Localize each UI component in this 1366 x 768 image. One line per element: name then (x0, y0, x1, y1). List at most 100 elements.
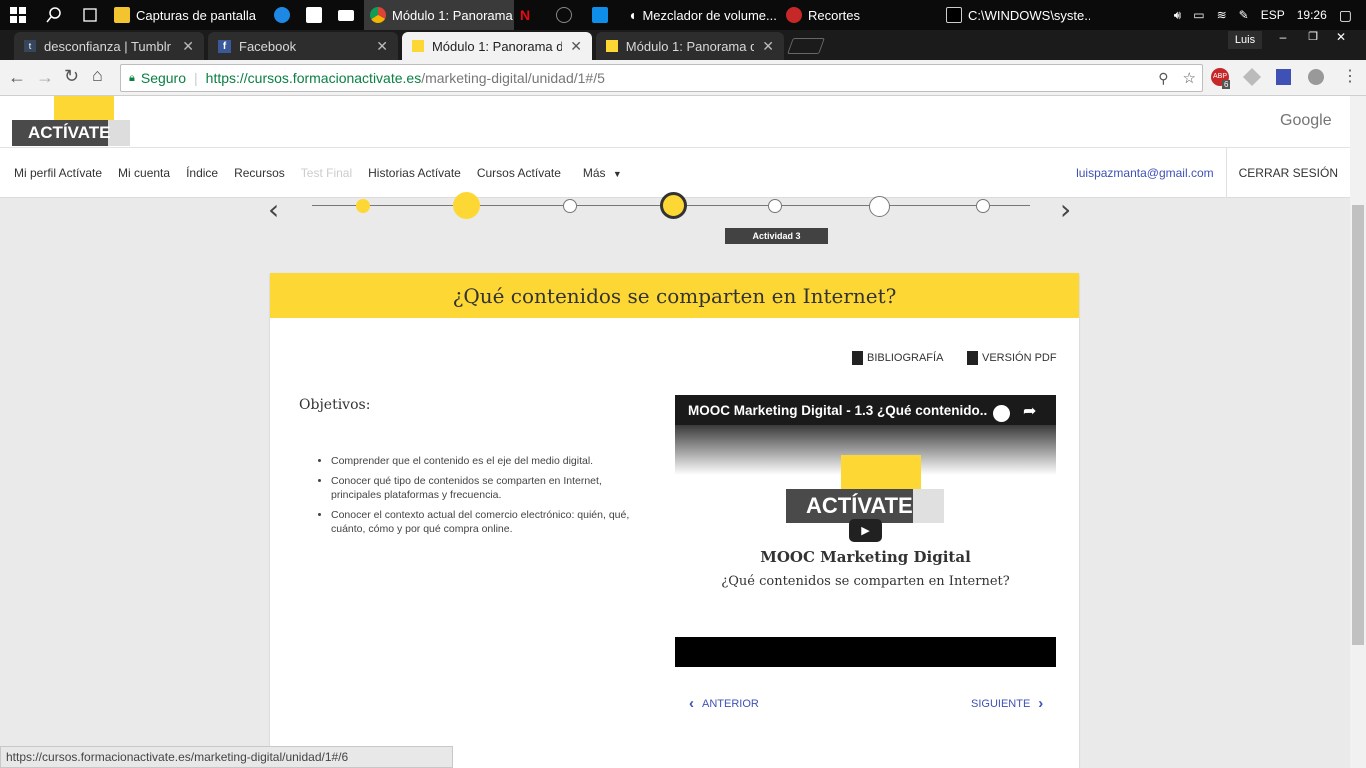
nav-indice[interactable]: Índice (178, 166, 226, 180)
start-button[interactable] (0, 0, 36, 30)
home-icon[interactable]: ⌂ (92, 65, 103, 86)
step-dot-6[interactable] (869, 196, 890, 217)
taskbar-item-capturas[interactable]: Capturas de pantalla (108, 0, 268, 30)
objectives-heading: Objetivos: (299, 397, 371, 413)
prev-chevron-icon[interactable]: ‹ (268, 193, 279, 226)
terminal-icon (946, 7, 962, 23)
video-title[interactable]: MOOC Marketing Digital - 1.3 ¿Qué conten… (688, 403, 988, 418)
search-button[interactable] (36, 0, 72, 30)
close-icon[interactable]: ✕ (762, 38, 774, 55)
prev-button[interactable]: ‹ ANTERIOR (689, 695, 759, 712)
play-button[interactable]: ▶ (849, 519, 882, 542)
next-button[interactable]: SIGUIENTE › (971, 695, 1043, 712)
scrollbar-thumb[interactable] (1352, 205, 1364, 645)
taskbar-item-mixer[interactable]: ◖ Mezclador de volume... (622, 0, 780, 30)
taskbar-label: Módulo 1: Panorama ... (392, 7, 514, 23)
new-tab-button[interactable] (787, 38, 825, 54)
bibliografia-link[interactable]: BIBLIOGRAFÍA (852, 351, 943, 365)
scissors-icon (786, 7, 802, 23)
forward-icon[interactable]: → (36, 67, 54, 88)
bookmark-extension-icon[interactable] (1276, 69, 1291, 85)
nav-recursos[interactable]: Recursos (226, 166, 293, 180)
profile-button[interactable]: Luis (1228, 31, 1262, 49)
nav-historias[interactable]: Historias Actívate (360, 166, 469, 180)
battery-icon[interactable]: ▭ (1193, 8, 1204, 22)
task-view-button[interactable] (72, 0, 108, 30)
speaker-icon: ◖ (628, 7, 637, 23)
tab-label: desconfianza | Tumblr (44, 38, 171, 54)
close-icon[interactable]: ✕ (182, 38, 194, 55)
video-logo: ACTÍVATE (786, 455, 944, 523)
tab-tumblr[interactable]: t desconfianza | Tumblr ✕ (14, 32, 204, 60)
user-email[interactable]: luispazmanta@gmail.com (1068, 166, 1222, 180)
pen-icon[interactable]: ✎ (1239, 8, 1249, 22)
next-chevron-icon[interactable]: › (1060, 193, 1071, 226)
volume-icon[interactable]: 🔊︎ (1174, 8, 1182, 23)
back-icon[interactable]: ← (8, 67, 26, 88)
taskbar-edge[interactable] (268, 0, 300, 30)
step-dot-7[interactable] (976, 199, 990, 213)
minimize-button[interactable]: – (1268, 30, 1298, 50)
lock-icon: 🔒︎ (129, 71, 135, 84)
taskbar-netflix[interactable]: N (514, 0, 550, 30)
lesson-title: ¿Qué contenidos se comparten en Internet… (270, 273, 1079, 318)
notifications-icon[interactable]: ▢ (1339, 7, 1352, 24)
logout-button[interactable]: CERRAR SESIÓN (1231, 166, 1346, 180)
nav-cursos[interactable]: Cursos Actívate (469, 166, 569, 180)
step-dot-4-current[interactable] (660, 192, 687, 219)
close-window-button[interactable]: ✕ (1326, 30, 1356, 50)
tab-modulo[interactable]: Módulo 1: Panorama del ✕ (596, 32, 784, 60)
page-icon (412, 40, 424, 52)
language-indicator[interactable]: ESP (1261, 8, 1285, 22)
activate-logo[interactable]: ACTÍVATE (12, 96, 130, 148)
tab-modulo-active[interactable]: Módulo 1: Panorama del ✕ (402, 32, 592, 60)
close-icon[interactable]: ✕ (376, 38, 388, 55)
step-tooltip: Actividad 3 (725, 228, 828, 244)
clock[interactable]: 19:26 (1297, 8, 1327, 22)
menu-icon[interactable]: ⋮ (1342, 66, 1358, 86)
url-path: /marketing-digital/unidad/1#/5 (421, 70, 605, 86)
nav-cuenta[interactable]: Mi cuenta (110, 166, 178, 180)
taskbar-item-cmd[interactable]: C:\WINDOWS\syste... (940, 0, 1090, 30)
list-item: Conocer el contexto actual del comercio … (331, 508, 651, 536)
taskbar-mail[interactable] (332, 0, 364, 30)
taskbar-item-recortes[interactable]: Recortes (780, 0, 940, 30)
step-dot-3[interactable] (563, 199, 577, 213)
taskbar-app[interactable] (550, 0, 586, 30)
logo-text: ACTÍVATE (12, 120, 110, 146)
star-icon[interactable]: ☆ (1183, 69, 1196, 87)
video-player[interactable]: MOOC Marketing Digital - 1.3 ¿Qué conten… (675, 395, 1056, 667)
tab-facebook[interactable]: f Facebook ✕ (208, 32, 398, 60)
chevron-right-icon: › (1038, 695, 1044, 712)
close-icon[interactable]: ✕ (570, 38, 582, 55)
taskbar-store[interactable] (300, 0, 332, 30)
book-icon (852, 351, 863, 365)
store-icon (306, 7, 322, 23)
taskbar-item-chrome[interactable]: Módulo 1: Panorama ... (364, 0, 514, 30)
mail-icon (338, 9, 354, 21)
nav-mas-label: Más (582, 165, 606, 180)
nav-perfil[interactable]: Mi perfil Actívate (6, 166, 110, 180)
tab-label: Módulo 1: Panorama del (625, 38, 755, 54)
secure-label: Seguro (140, 70, 187, 86)
address-input[interactable]: 🔒︎ Seguro | https://cursos.formacionacti… (120, 64, 1203, 92)
nav-mas[interactable]: Más ▼ (575, 166, 630, 180)
video-heading: MOOC Marketing Digital (760, 548, 971, 566)
pdf-link[interactable]: VERSIÓN PDF (967, 351, 1057, 365)
zoom-icon[interactable]: ⚲ (1158, 70, 1168, 87)
search-icon (46, 7, 61, 23)
restore-button[interactable]: ❐ (1298, 30, 1328, 50)
taskbar-teamviewer[interactable] (586, 0, 622, 30)
progress-track: ‹ › Actividad 3 (0, 192, 1350, 249)
share-icon[interactable]: ➦ (1023, 401, 1036, 421)
reload-icon[interactable]: ↻ (64, 66, 79, 87)
extension-icon[interactable] (1242, 67, 1262, 87)
chat-extension-icon[interactable] (1308, 69, 1324, 85)
tab-label: Módulo 1: Panorama del (431, 38, 563, 54)
wifi-icon[interactable]: ≋ (1217, 8, 1227, 22)
clock-icon[interactable] (993, 405, 1010, 422)
step-dot-2[interactable] (453, 192, 480, 219)
step-dot-5[interactable] (768, 199, 782, 213)
nav-test-final: Test Final (300, 165, 353, 180)
step-dot-1[interactable] (356, 199, 370, 213)
